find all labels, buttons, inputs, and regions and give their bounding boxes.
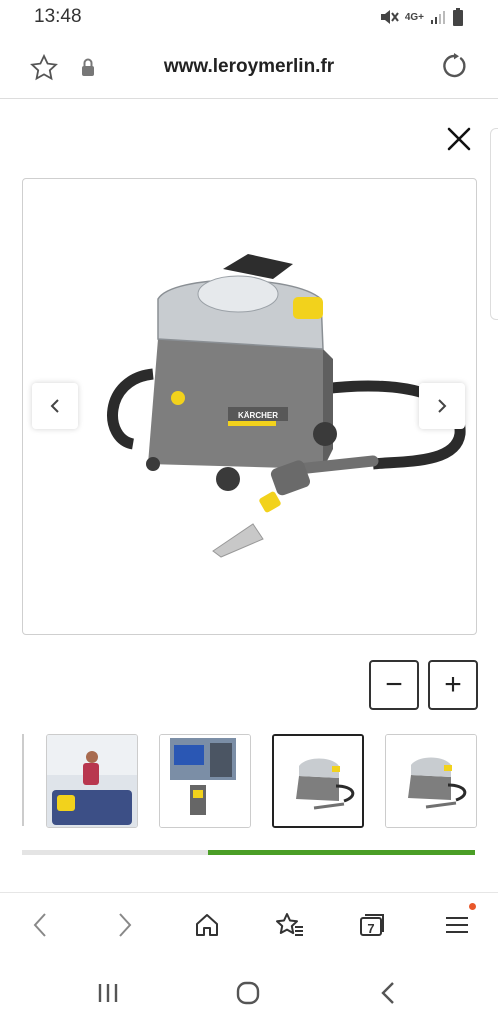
- thumbnail-image: [386, 735, 476, 827]
- product-image: KÄRCHER: [107, 254, 466, 558]
- product-image-viewer[interactable]: KÄRCHER: [22, 178, 477, 635]
- side-panel-edge: [490, 128, 498, 320]
- url-text[interactable]: www.leroymerlin.fr: [0, 56, 498, 78]
- zoom-out-button[interactable]: −: [369, 660, 419, 710]
- system-back-button[interactable]: [368, 976, 408, 1010]
- network-type-label: 4G+: [404, 11, 424, 23]
- tabs-count: 7: [367, 920, 375, 936]
- thumbnail-strip: [22, 734, 498, 828]
- system-home-icon: [236, 981, 260, 1005]
- chevron-left-icon: [50, 399, 59, 413]
- system-back-icon: [381, 982, 394, 1004]
- browser-bottom-nav: 7: [0, 892, 498, 957]
- reload-icon[interactable]: [440, 52, 468, 80]
- status-time: 13:48: [34, 6, 82, 27]
- back-button[interactable]: [20, 907, 60, 943]
- zoom-in-label: +: [444, 668, 462, 701]
- tabs-button[interactable]: 7: [353, 907, 393, 943]
- thumbnail-photo-woman-cleaning-sofa[interactable]: [46, 734, 138, 828]
- browser-url-bar: www.leroymerlin.fr: [0, 34, 498, 99]
- bookmarks-button[interactable]: [270, 907, 310, 943]
- previous-image-button[interactable]: [32, 383, 78, 429]
- chevron-right-icon: [438, 399, 447, 413]
- thumbnail-photo-cleaning-car-seat[interactable]: [159, 734, 251, 828]
- gallery-progress-bar: [22, 850, 475, 855]
- zoom-out-label: −: [385, 668, 403, 701]
- home-icon: [196, 914, 218, 936]
- mute-icon: [380, 10, 399, 24]
- thumbnail-image: [47, 735, 137, 827]
- thumbnail-product-photo-puzzi-2[interactable]: [385, 734, 477, 828]
- thumbnail-image: [274, 736, 362, 826]
- signal-icon: [431, 11, 445, 24]
- thumbnail-partial: [22, 734, 24, 826]
- status-icons: 4G+: [379, 8, 464, 26]
- system-home-button[interactable]: [228, 976, 268, 1010]
- product-brand-label: KÄRCHER: [238, 411, 278, 420]
- home-button[interactable]: [187, 907, 227, 943]
- thumbnail-image: [160, 735, 250, 827]
- forward-button[interactable]: [105, 907, 145, 943]
- close-icon[interactable]: [446, 126, 472, 152]
- bookmark-star-icon: [276, 913, 303, 936]
- thumbnail-product-photo-puzzi[interactable]: [272, 734, 364, 828]
- battery-icon: [453, 8, 463, 26]
- system-nav-bar: [0, 960, 498, 1024]
- notification-dot: [469, 903, 476, 910]
- next-image-button[interactable]: [419, 383, 465, 429]
- zoom-in-button[interactable]: +: [428, 660, 478, 710]
- menu-icon: [446, 917, 468, 933]
- status-bar: 13:48 4G+: [0, 0, 498, 34]
- recent-apps-icon: [98, 984, 118, 1002]
- menu-button[interactable]: [437, 903, 477, 943]
- recent-apps-button[interactable]: [88, 976, 128, 1010]
- gallery-progress-fill: [207, 850, 475, 855]
- chevron-left-icon: [33, 913, 46, 937]
- chevron-right-icon: [119, 913, 132, 937]
